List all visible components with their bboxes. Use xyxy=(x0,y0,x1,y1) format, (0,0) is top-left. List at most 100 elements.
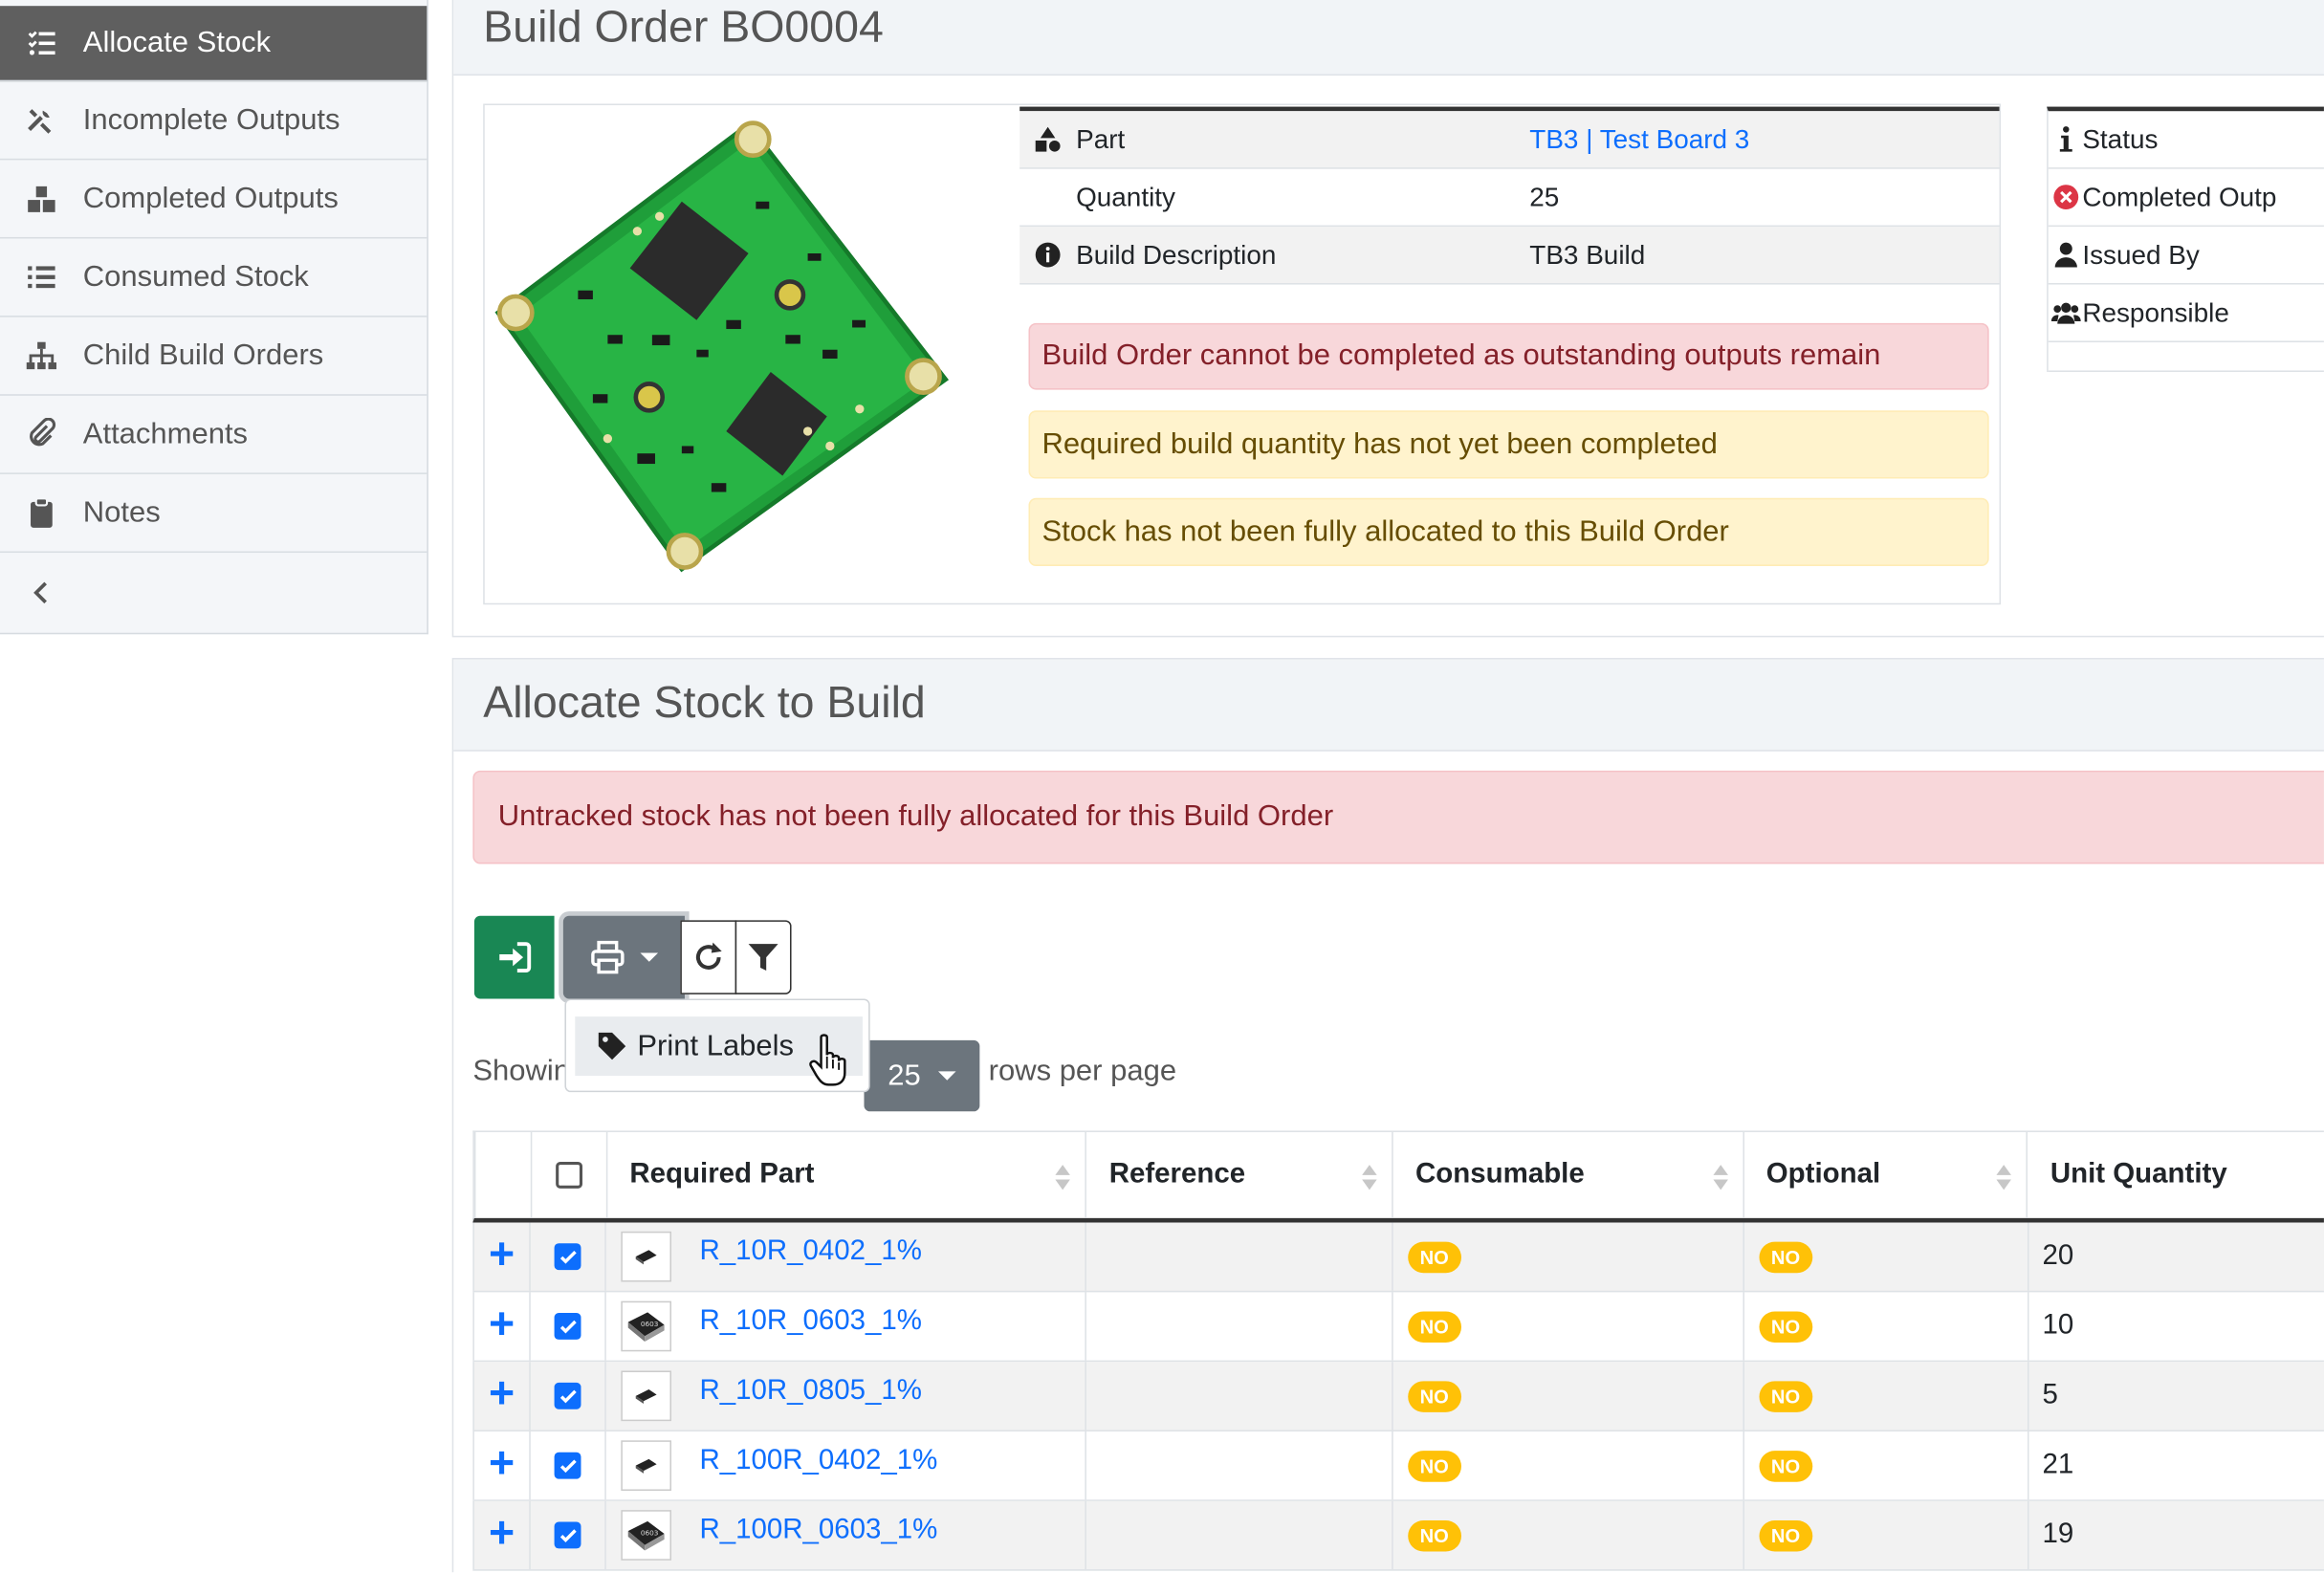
row-checkbox[interactable] xyxy=(554,1521,581,1549)
alert-quantity-incomplete: Required build quantity has not yet been… xyxy=(1028,410,1989,479)
expand-row-button[interactable]: + xyxy=(472,1500,531,1570)
status-row-completed: Completed Outp xyxy=(2048,169,2324,228)
plus-icon: + xyxy=(488,1508,515,1558)
sidebar-item-label: Child Build Orders xyxy=(82,339,324,372)
alert-outstanding-outputs: Build Order cannot be completed as outst… xyxy=(1028,322,1989,390)
paperclip-icon xyxy=(0,418,83,450)
sidebar-item-label: Notes xyxy=(82,495,161,529)
part-link[interactable]: TB3 | Test Board 3 xyxy=(1529,123,1749,155)
sidebar-item-label: Incomplete Outputs xyxy=(82,102,340,136)
row-checkbox[interactable] xyxy=(554,1243,581,1271)
svg-text:0603: 0603 xyxy=(641,1528,659,1537)
build-details-table: Part TB3 | Test Board 3 Quantity 25 Buil… xyxy=(1019,106,2000,285)
filter-button[interactable] xyxy=(734,920,792,994)
table-row: + R_10R_0402_1% NO NO 20 xyxy=(472,1222,2324,1293)
optional-badge: NO xyxy=(1759,1240,1812,1273)
select-all-checkbox[interactable] xyxy=(555,1161,582,1189)
expand-row-button[interactable]: + xyxy=(472,1362,531,1431)
reference-cell xyxy=(1086,1222,1393,1291)
table-row: +0603 R_10R_0603_1% NO NO 10 xyxy=(472,1292,2324,1363)
sidebar-item-label: Attachments xyxy=(82,417,249,450)
status-key: Responsible xyxy=(2082,296,2229,327)
plus-icon: + xyxy=(488,1368,515,1419)
consumable-badge: NO xyxy=(1408,1310,1461,1343)
unit-quantity-value: 10 xyxy=(2042,1309,2074,1342)
table-row: + R_10R_0805_1% NO NO 5 xyxy=(472,1362,2324,1432)
times-circle-icon xyxy=(2049,183,2083,212)
sidebar-item-allocate-stock[interactable]: Allocate Stock xyxy=(0,6,428,82)
page-title: Build Order BO0004 xyxy=(453,0,2324,76)
table-row: +0603 R_100R_0603_1% NO NO 19 xyxy=(472,1500,2324,1571)
reference-cell xyxy=(1086,1292,1393,1361)
part-thumbnail xyxy=(621,1440,672,1491)
alert-untracked-stock: Untracked stock has not been fully alloc… xyxy=(472,770,2324,864)
sort-icon xyxy=(1712,1165,1728,1194)
sidebar: Allocate Stock Incomplete Outputs Comple… xyxy=(0,0,428,635)
part-link[interactable]: R_10R_0402_1% xyxy=(699,1235,921,1268)
unit-quantity-value: 21 xyxy=(2042,1449,2074,1481)
column-header-optional[interactable]: Optional xyxy=(1744,1131,2028,1218)
page-size-select[interactable]: 25 xyxy=(864,1039,980,1112)
part-image xyxy=(489,113,952,581)
column-header-required-part[interactable]: Required Part xyxy=(607,1131,1087,1218)
optional-badge: NO xyxy=(1759,1310,1812,1343)
row-checkbox[interactable] xyxy=(554,1382,581,1409)
status-key: Completed Outp xyxy=(2082,181,2277,211)
chevron-left-icon xyxy=(0,576,83,608)
column-header-consumable[interactable]: Consumable xyxy=(1393,1131,1744,1218)
part-thumbnail xyxy=(621,1231,672,1282)
alert-stock-unallocated: Stock has not been fully allocated to th… xyxy=(1028,497,1989,566)
plus-icon: + xyxy=(488,1230,515,1279)
sidebar-item-notes[interactable]: Notes xyxy=(0,474,428,554)
part-link[interactable]: R_10R_0805_1% xyxy=(699,1375,921,1408)
consumable-badge: NO xyxy=(1408,1240,1461,1273)
rows-per-page-label: rows per page xyxy=(988,1055,1177,1088)
sort-icon xyxy=(1055,1165,1071,1194)
filter-icon xyxy=(748,944,778,972)
list-icon xyxy=(0,261,83,294)
detail-key: Build Description xyxy=(1076,239,1277,270)
chevron-down-icon xyxy=(640,952,659,962)
sidebar-item-attachments[interactable]: Attachments xyxy=(0,396,428,474)
plus-icon: + xyxy=(488,1300,515,1349)
expand-row-button[interactable]: + xyxy=(472,1431,531,1500)
status-key: Issued By xyxy=(2082,239,2200,270)
sidebar-item-completed-outputs[interactable]: Completed Outputs xyxy=(0,160,428,239)
detail-value: 25 xyxy=(1529,181,1560,211)
row-checkbox[interactable] xyxy=(554,1452,581,1479)
column-header-unit-quantity[interactable]: Unit Quantity xyxy=(2028,1132,2324,1218)
shapes-icon xyxy=(1019,124,1076,154)
print-options-button[interactable] xyxy=(562,915,685,999)
part-link[interactable]: R_100R_0402_1% xyxy=(699,1445,937,1477)
table-body: + R_10R_0402_1% NO NO 20 +0603 R_10R_0603_1% NO… xyxy=(472,1222,2324,1571)
plus-icon: + xyxy=(488,1438,515,1488)
print-icon xyxy=(591,940,625,974)
detail-row-part: Part TB3 | Test Board 3 xyxy=(1019,111,2000,169)
part-link[interactable]: R_10R_0603_1% xyxy=(699,1305,921,1338)
detail-value: TB3 Build xyxy=(1529,239,1646,270)
table-row: + R_100R_0402_1% NO NO 21 xyxy=(472,1431,2324,1501)
sidebar-item-consumed-stock[interactable]: Consumed Stock xyxy=(0,239,428,317)
expand-row-button[interactable]: + xyxy=(472,1292,531,1361)
sidebar-item-child-build-orders[interactable]: Child Build Orders xyxy=(0,317,428,396)
sidebar-collapse-button[interactable] xyxy=(0,553,427,631)
sidebar-item-label: Consumed Stock xyxy=(82,259,309,294)
expand-row-button[interactable]: + xyxy=(472,1222,531,1291)
detail-key: Quantity xyxy=(1076,181,1175,211)
sidebar-item-label: Completed Outputs xyxy=(82,181,339,214)
part-thumbnail xyxy=(621,1370,672,1422)
refresh-button[interactable] xyxy=(680,920,737,994)
sidebar-item-incomplete-outputs[interactable]: Incomplete Outputs xyxy=(0,81,428,161)
pagination-info: Showin xyxy=(472,1055,571,1088)
row-checkbox[interactable] xyxy=(554,1313,581,1340)
refresh-icon xyxy=(695,942,722,970)
boxes-icon xyxy=(0,183,83,215)
sort-icon xyxy=(1362,1165,1377,1194)
bom-allocation-table: Required Part Reference Consumable Optio… xyxy=(472,1130,2324,1571)
optional-badge: NO xyxy=(1759,1450,1812,1481)
user-icon xyxy=(2049,240,2083,270)
column-header-reference[interactable]: Reference xyxy=(1086,1131,1393,1218)
status-row-status: Status xyxy=(2048,111,2324,169)
part-link[interactable]: R_100R_0603_1% xyxy=(699,1515,937,1547)
auto-allocate-button[interactable] xyxy=(473,915,555,999)
